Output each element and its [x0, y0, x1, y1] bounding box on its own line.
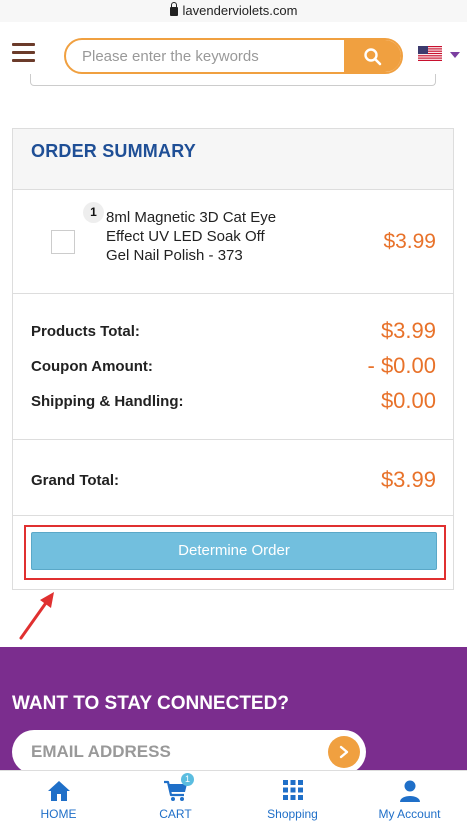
shipping-row: Shipping & Handling: $0.00	[31, 384, 436, 414]
newsletter-submit-button[interactable]	[328, 736, 360, 768]
nav-shopping[interactable]: Shopping	[234, 771, 351, 824]
nav-account[interactable]: My Account	[351, 771, 467, 824]
chevron-down-icon[interactable]	[450, 52, 460, 58]
nav-home[interactable]: HOME	[0, 771, 117, 824]
search-icon	[364, 48, 382, 66]
shipping-value: $0.00	[380, 388, 436, 413]
products-total-row: Products Total: $3.99	[31, 314, 436, 344]
order-action-section: Determine Order	[13, 516, 453, 588]
product-price: $3.99	[383, 230, 436, 253]
bottom-navigation: HOME 1 CART Shopping My Account	[0, 770, 467, 824]
products-total-label: Products Total:	[31, 323, 140, 340]
home-icon	[47, 781, 70, 801]
browser-url-bar[interactable]: lavenderviolets.com	[0, 0, 467, 22]
order-summary-header: ORDER SUMMARY	[13, 129, 453, 190]
product-name: 8ml Magnetic 3D Cat Eye Effect UV LED So…	[106, 209, 277, 264]
grand-total-row: Grand Total: $3.99	[31, 463, 436, 493]
nav-account-label: My Account	[378, 807, 441, 821]
nav-cart[interactable]: 1 CART	[117, 771, 234, 824]
search-button[interactable]	[344, 40, 401, 72]
cart-count-badge: 1	[181, 773, 194, 786]
order-summary-title: ORDER SUMMARY	[31, 141, 196, 161]
quantity-badge: 1	[83, 202, 104, 223]
nav-home-label: HOME	[40, 807, 77, 821]
coupon-amount-value: - $0.00	[367, 353, 437, 378]
coupon-amount-label: Coupon Amount:	[31, 358, 153, 375]
user-icon	[399, 780, 420, 802]
us-flag-icon[interactable]	[418, 46, 442, 61]
grand-total-section: Grand Total: $3.99	[13, 440, 453, 516]
grid-icon	[282, 780, 303, 800]
totals-section: Products Total: $3.99 Coupon Amount: - $…	[13, 294, 453, 440]
determine-order-button[interactable]: Determine Order	[31, 532, 437, 570]
annotation-arrow-icon	[19, 592, 54, 640]
grand-total-label: Grand Total:	[31, 472, 120, 489]
search-bar	[64, 38, 403, 74]
newsletter-form	[12, 730, 366, 774]
product-thumbnail	[51, 230, 75, 254]
url-text: lavenderviolets.com	[182, 3, 298, 18]
coupon-amount-row: Coupon Amount: - $0.00	[31, 349, 436, 379]
lock-icon	[169, 2, 178, 16]
order-summary-card: ORDER SUMMARY 1 8ml Magnetic 3D Cat Eye …	[12, 128, 454, 590]
nav-shopping-label: Shopping	[267, 807, 318, 821]
shipping-label: Shipping & Handling:	[31, 393, 184, 410]
grand-total-value: $3.99	[380, 467, 436, 492]
products-total-value: $3.99	[380, 318, 436, 343]
menu-icon[interactable]	[12, 43, 35, 63]
previous-section-edge	[30, 74, 436, 86]
email-field[interactable]	[31, 738, 311, 766]
newsletter-title: WANT TO STAY CONNECTED?	[12, 693, 289, 714]
search-input[interactable]	[82, 40, 342, 72]
newsletter-section: WANT TO STAY CONNECTED?	[0, 647, 467, 777]
order-item: 1 8ml Magnetic 3D Cat Eye Effect UV LED …	[13, 190, 453, 294]
chevron-right-icon	[339, 745, 349, 759]
site-header	[0, 22, 467, 82]
nav-cart-label: CART	[159, 807, 192, 821]
